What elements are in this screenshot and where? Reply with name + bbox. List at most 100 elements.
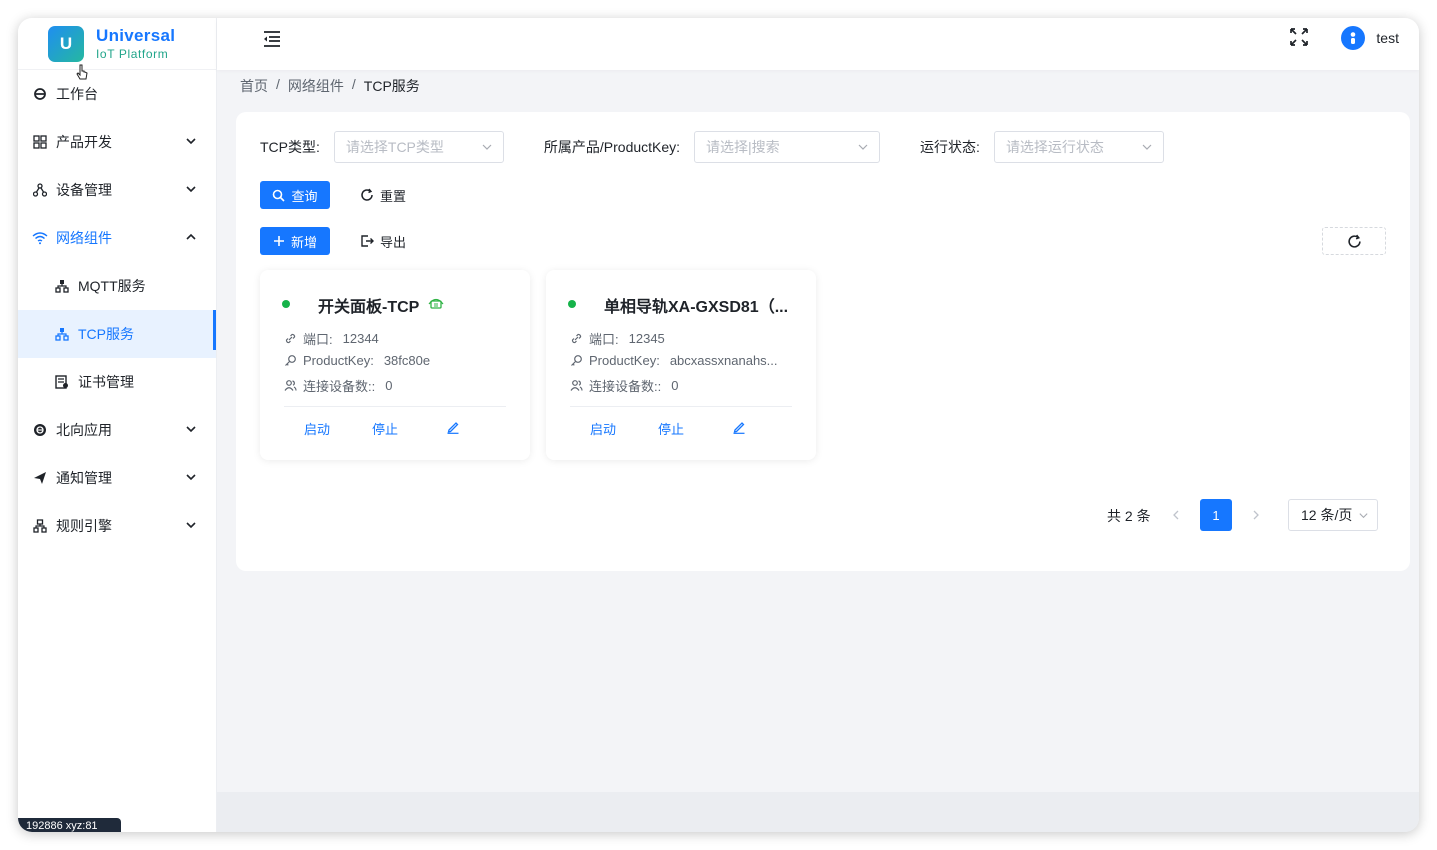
status-select[interactable]: 请选择运行状态 [993, 131, 1164, 163]
sidebar-item-label: 设备管理 [56, 182, 112, 198]
app-icon [32, 422, 48, 438]
user-icon [1350, 32, 1356, 44]
product-select[interactable]: 请选择|搜索 [694, 131, 881, 163]
add-button[interactable]: 新增 [260, 227, 330, 255]
tcp-type-select[interactable]: 请选择TCP类型 [333, 131, 504, 163]
sidebar-item-label: 通知管理 [56, 470, 112, 486]
export-icon [361, 235, 374, 247]
sidebar-item-notification[interactable]: 通知管理 [18, 454, 216, 502]
sidebar-item-mqtt[interactable]: MQTT服务 [18, 262, 216, 310]
certificate-icon [54, 374, 70, 390]
reload-icon [361, 188, 373, 201]
key-icon [571, 355, 582, 366]
chevron-down-icon [186, 522, 196, 529]
product-icon [32, 134, 48, 150]
page-1-button[interactable]: 1 [1200, 499, 1232, 531]
type-label: TCP类型: [260, 139, 320, 155]
sidebar-item-label: MQTT服务 [78, 278, 146, 294]
breadcrumb-section[interactable]: 网络组件 [288, 76, 344, 96]
sidebar-item-product[interactable]: 产品开发 [18, 118, 216, 166]
sidebar-item-label: 证书管理 [78, 374, 134, 390]
pagination-total: 共 2 条 [1107, 508, 1151, 524]
sidebar-item-certificate[interactable]: 证书管理 [18, 358, 216, 406]
edit-icon[interactable] [446, 420, 460, 434]
chevron-down-icon [186, 426, 196, 433]
edit-icon[interactable] [732, 420, 746, 434]
sidebar-item-label: TCP服务 [78, 326, 134, 342]
tcp-card[interactable]: 单相导轨XA-GXSD81（... 端口: 12345 ProductKey: … [546, 270, 816, 460]
sidebar-item-network[interactable]: 网络组件 [18, 214, 216, 262]
status-label: 运行状态: [920, 139, 980, 155]
breadcrumb: 首页 / 网络组件 / TCP服务 [240, 76, 420, 96]
chevron-down-icon [186, 138, 196, 145]
chevron-down-icon [482, 144, 492, 150]
start-button[interactable]: 启动 [304, 419, 330, 438]
footer-area [217, 792, 1419, 832]
card-product-key: abcxassxnanahs... [669, 353, 778, 368]
fullscreen-icon[interactable] [1289, 27, 1309, 47]
chevron-left-icon [1173, 510, 1179, 520]
link-icon [285, 333, 296, 344]
users-icon [570, 380, 583, 391]
chevron-down-icon [1359, 513, 1368, 519]
device-icon [32, 182, 48, 198]
sidebar: U Universal IoT Platform 工作台 产品开发 设备管理 网… [18, 18, 217, 832]
sidebar-item-device[interactable]: 设备管理 [18, 166, 216, 214]
chevron-down-icon [186, 474, 196, 481]
search-button[interactable]: 查询 [260, 181, 330, 209]
sidebar-item-workbench[interactable]: 工作台 [18, 70, 216, 118]
main-panel: TCP类型: 请选择TCP类型 所属产品/ProductKey: 请选择|搜索 … [236, 112, 1410, 571]
chevron-down-icon [1142, 144, 1152, 150]
refresh-button[interactable] [1322, 227, 1386, 255]
export-button[interactable]: 导出 [348, 227, 418, 255]
chevron-down-icon [186, 186, 196, 193]
chevron-up-icon [186, 233, 196, 240]
prev-page-button[interactable] [1160, 499, 1192, 531]
sidebar-item-label: 工作台 [56, 86, 98, 102]
reset-button[interactable]: 重置 [348, 181, 418, 209]
network-icon [428, 298, 444, 309]
chevron-right-icon [1253, 510, 1259, 520]
next-page-button[interactable] [1240, 499, 1272, 531]
menu-fold-icon[interactable] [261, 28, 283, 50]
tcp-card[interactable]: 开关面板-TCP 端口: 12344 ProductKey: 38fc80e 连… [260, 270, 530, 460]
avatar[interactable] [1341, 26, 1365, 50]
product-label: 所属产品/ProductKey: [543, 139, 681, 155]
sidebar-item-label: 北向应用 [56, 422, 112, 438]
users-icon [284, 380, 297, 391]
link-icon [571, 333, 582, 344]
sidebar-item-tcp[interactable]: TCP服务 [18, 310, 216, 358]
online-status-dot [568, 300, 576, 308]
username[interactable]: test [1376, 30, 1399, 46]
logo[interactable]: U Universal IoT Platform [18, 18, 216, 70]
app-window: U Universal IoT Platform 工作台 产品开发 设备管理 网… [18, 18, 1419, 832]
breadcrumb-current: TCP服务 [363, 78, 420, 94]
online-status-dot [282, 300, 290, 308]
stop-button[interactable]: 停止 [372, 419, 398, 438]
sidebar-item-rules[interactable]: 规则引擎 [18, 502, 216, 550]
reload-icon [1347, 234, 1361, 248]
page-size-select[interactable]: 12 条/页 [1288, 499, 1378, 531]
app-subtitle: IoT Platform [96, 46, 169, 61]
search-icon [273, 189, 286, 202]
card-port: 12345 [628, 331, 665, 346]
stop-button[interactable]: 停止 [658, 419, 684, 438]
start-button[interactable]: 启动 [590, 419, 616, 438]
card-product-key: 38fc80e [383, 353, 431, 368]
card-port: 12344 [342, 331, 379, 346]
node-icon [54, 278, 70, 294]
wifi-icon [32, 230, 48, 246]
app-title: Universal [96, 25, 176, 45]
breadcrumb-home[interactable]: 首页 [240, 76, 268, 96]
card-device-count: 0 [385, 378, 393, 393]
workbench-icon [32, 86, 48, 102]
sidebar-item-northbound[interactable]: 北向应用 [18, 406, 216, 454]
filter-form: TCP类型: 请选择TCP类型 所属产品/ProductKey: 请选择|搜索 … [260, 131, 1164, 163]
send-icon [32, 470, 48, 486]
card-title: 单相导轨XA-GXSD81（... [604, 299, 789, 316]
logo-mark: U [48, 25, 84, 62]
key-icon [285, 355, 296, 366]
status-strip: 192886 xyz:81 [18, 818, 121, 832]
sidebar-menu: 工作台 产品开发 设备管理 网络组件 MQTT服务 TCP服务 证书管理 北向应… [18, 70, 216, 550]
top-header: test [217, 18, 1419, 70]
